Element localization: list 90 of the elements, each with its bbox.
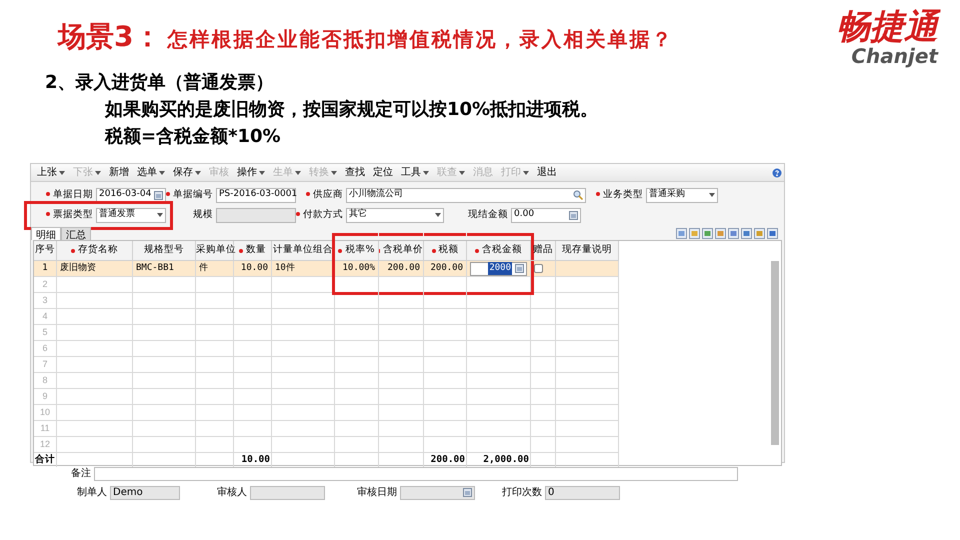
toolbar-button[interactable]: 退出 xyxy=(533,165,561,180)
field-label: 审核人 xyxy=(216,486,248,500)
table-cell-text: 10件 xyxy=(275,262,295,275)
caret-icon[interactable] xyxy=(157,213,163,217)
table-cell-text: 12 xyxy=(40,438,50,451)
table-cell-text: 200.00 xyxy=(387,262,420,275)
caret-icon[interactable] xyxy=(435,213,441,217)
tab[interactable]: 明细 xyxy=(31,227,61,240)
caret-icon[interactable] xyxy=(159,170,165,174)
help-icon[interactable] xyxy=(772,168,782,178)
caret-icon[interactable] xyxy=(423,170,429,174)
table-cell-text: 11 xyxy=(40,422,50,435)
slide-title-prefix: 场景3： xyxy=(58,19,162,55)
document-icon[interactable] xyxy=(689,228,700,239)
table-cell-text: 件 xyxy=(199,262,208,275)
total-cell-text: 200.00 xyxy=(430,452,465,467)
field-label: 备注 xyxy=(70,466,92,481)
document-icon[interactable] xyxy=(741,228,752,239)
table-cell-text: 6 xyxy=(42,342,48,355)
total-cell-text: 2,000.00 xyxy=(483,452,529,467)
table-cell-text: 10.00% xyxy=(342,262,375,275)
caret-icon[interactable] xyxy=(59,170,65,174)
save-icon[interactable] xyxy=(767,228,778,239)
input-field[interactable]: PS-2016-03-0001 xyxy=(216,188,296,202)
input-field: 0 xyxy=(545,486,620,500)
field-label: 制单人 xyxy=(76,486,108,500)
caret-icon[interactable] xyxy=(709,193,715,197)
calendar-icon[interactable] xyxy=(463,488,472,497)
toolbar-button[interactable]: 新增 xyxy=(105,165,133,180)
field-label: 票据类型 xyxy=(31,208,96,222)
field-label: 审核日期 xyxy=(356,486,398,500)
field-label: 业务类型 xyxy=(586,188,646,202)
input-field[interactable]: 2016-03-04 xyxy=(96,188,166,202)
field-label: 打印次数 xyxy=(501,486,543,500)
toolbar-button[interactable]: 定位 xyxy=(369,165,397,180)
slide-text: 税额=含税金额*10% xyxy=(105,125,282,149)
input-field[interactable]: 小川物流公司 xyxy=(346,188,586,202)
table-cell-text: 5 xyxy=(42,326,48,339)
table-cell-text: 10.00 xyxy=(240,262,268,275)
tab[interactable]: 汇总 xyxy=(61,227,91,240)
scrollbar[interactable] xyxy=(771,261,779,445)
total-cell-text: 10.00 xyxy=(241,452,270,467)
caret-icon[interactable] xyxy=(195,170,201,174)
calendar-icon[interactable] xyxy=(154,190,163,200)
input-field[interactable]: 其它 xyxy=(346,208,444,222)
input-field[interactable] xyxy=(94,466,738,480)
table-cell-text: 4 xyxy=(42,310,48,323)
chart-icon[interactable] xyxy=(754,228,765,239)
document-icon[interactable] xyxy=(702,228,713,239)
input-field[interactable]: 0.00 xyxy=(511,208,581,222)
table-cell-text: 10 xyxy=(40,406,50,419)
toolbar-button[interactable]: 工具 xyxy=(397,165,433,180)
table-cell-text: 2 xyxy=(42,278,48,291)
slide-heading: 2、录入进货单（普通发票） xyxy=(45,71,275,95)
field-label: 规模 xyxy=(192,208,214,222)
toolbar-button[interactable]: 选单 xyxy=(133,165,169,180)
document-icon[interactable] xyxy=(728,228,739,239)
table-cell-text: 8 xyxy=(42,374,48,387)
caret-icon[interactable] xyxy=(259,170,265,174)
table-cell-text: 3 xyxy=(42,294,48,307)
calendar-icon[interactable] xyxy=(569,210,578,220)
field-label: 单据编号 xyxy=(166,188,216,202)
calendar-icon[interactable] xyxy=(515,264,524,273)
field-label: 付款方式 xyxy=(296,208,346,222)
input-field[interactable]: 普通发票 xyxy=(96,208,166,222)
slide-title: 怎样根据企业能否抵扣增值税情况，录入相关单据？ xyxy=(167,26,674,53)
field-label: 供应商 xyxy=(296,188,346,202)
input-field[interactable]: 普通采购 xyxy=(646,188,718,202)
toolbar-button[interactable]: 查找 xyxy=(341,165,369,180)
logo-text: 畅捷通 xyxy=(836,8,938,46)
field-label: 单据日期 xyxy=(31,188,96,202)
input-field[interactable] xyxy=(216,208,296,222)
total-cell-text: 合计 xyxy=(35,452,55,467)
table-cell-text: 200.00 xyxy=(430,262,463,275)
document-icon[interactable] xyxy=(676,228,687,239)
checkbox[interactable] xyxy=(534,264,543,273)
table-cell-text: 废旧物资 xyxy=(60,262,96,275)
toolbar-button[interactable]: 上张 xyxy=(33,165,69,180)
table-cell-text: 7 xyxy=(42,358,48,371)
input-field: Demo xyxy=(110,486,180,500)
table-cell-text: 1 xyxy=(42,262,48,275)
table-row[interactable]: 1 废旧物资 BMC-BB1 件 10.00 10件 10.00% 200.00 200.00 2000 xyxy=(34,261,619,277)
input-field[interactable]: 2000 xyxy=(470,262,527,276)
table-cell-text: BMC-BB1 xyxy=(136,262,174,275)
toolbar-button[interactable]: 保存 xyxy=(169,165,205,180)
field-label: 现结金额 xyxy=(467,208,509,222)
slide-text: 如果购买的是废旧物资，按国家规定可以按10%抵扣进项税。 xyxy=(105,98,600,122)
table-cell-text: 9 xyxy=(42,390,48,403)
logo-subtext: Chanjet xyxy=(851,46,938,66)
toolbar-button[interactable]: 操作 xyxy=(233,165,269,180)
